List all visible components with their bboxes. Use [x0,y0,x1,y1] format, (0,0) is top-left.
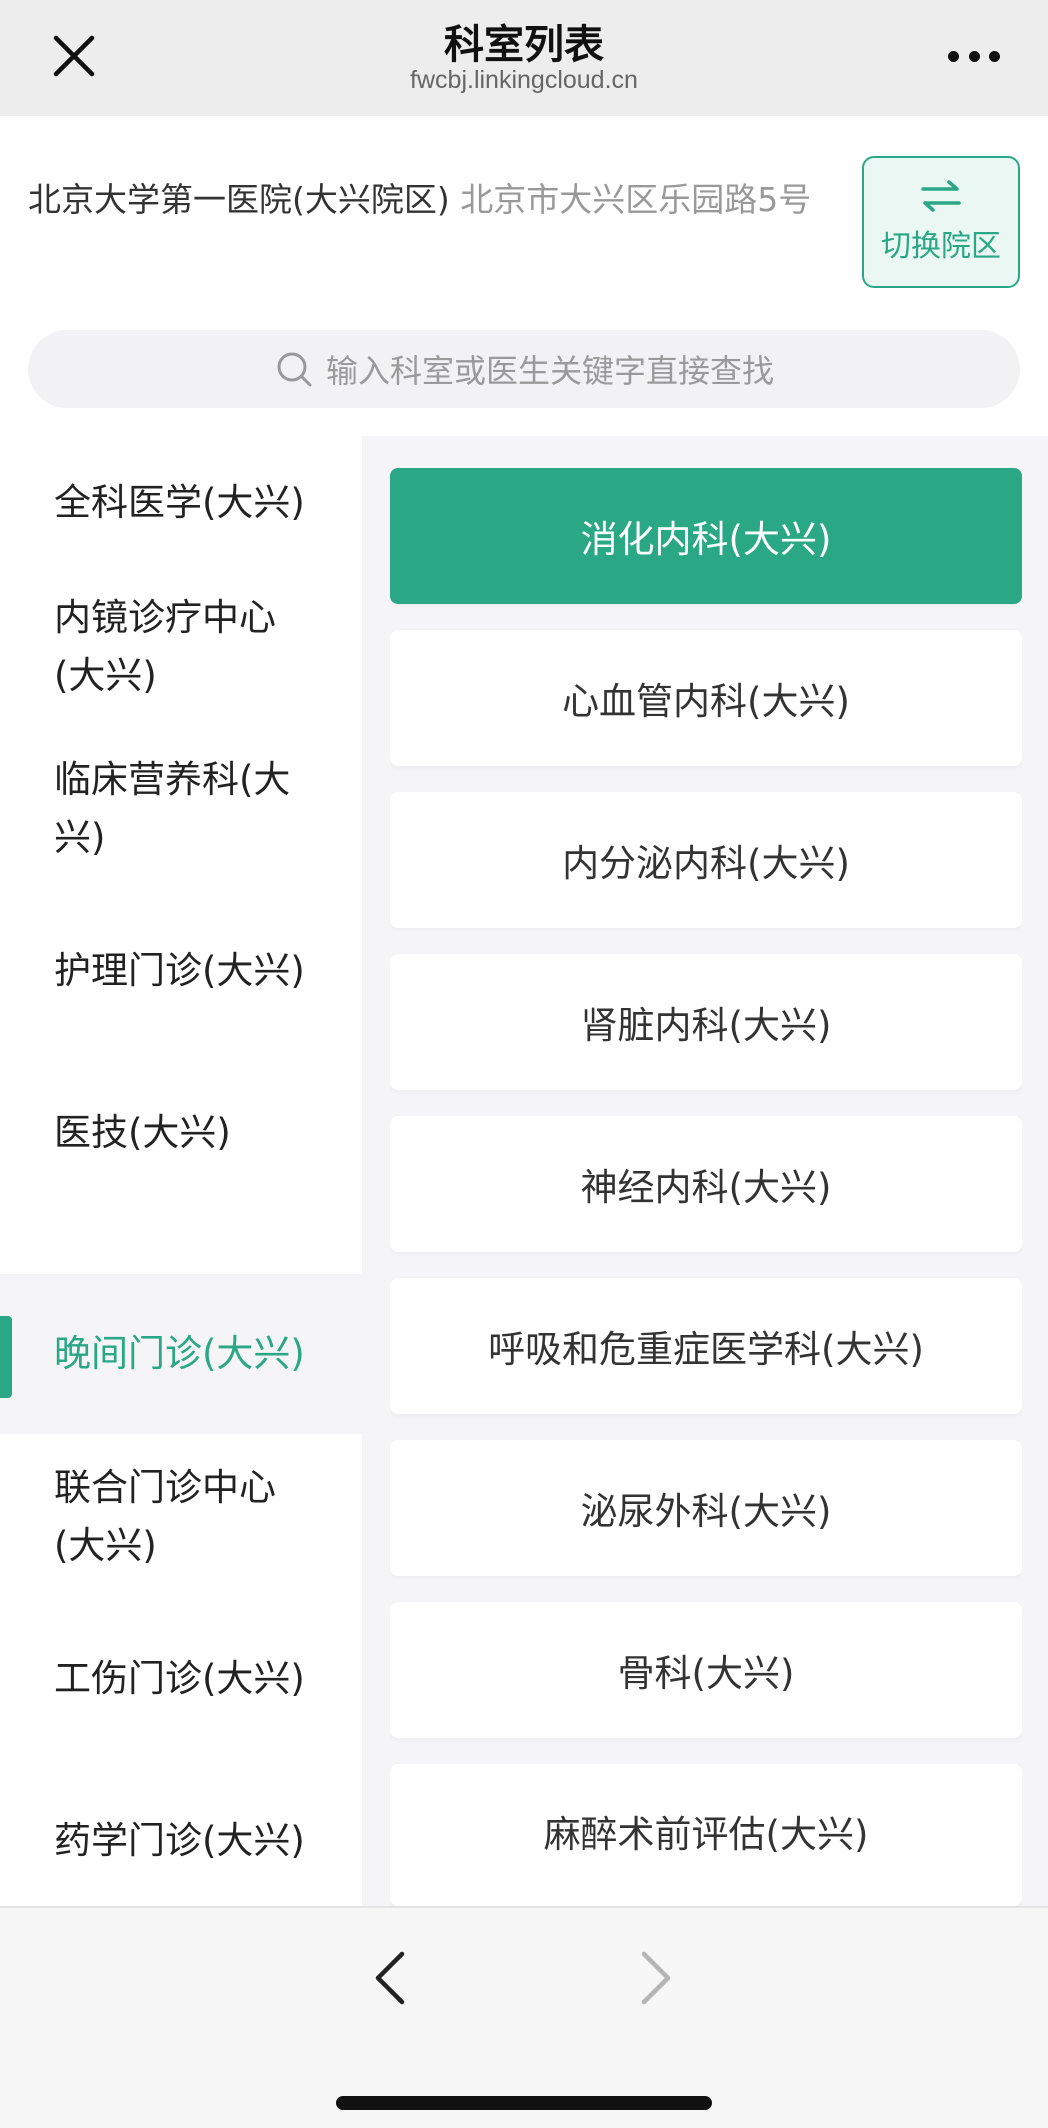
department-card[interactable]: 麻醉术前评估(大兴) [390,1764,1022,1906]
department-card[interactable]: 心血管内科(大兴) [390,630,1022,766]
page-url: fwcbj.linkingcloud.cn [410,66,638,94]
sidebar-item-general-medicine[interactable]: 全科医学(大兴) [0,436,362,584]
sidebar-item-pharmacy-clinic[interactable]: 药学门诊(大兴) [0,1760,362,1906]
department-card[interactable]: 泌尿外科(大兴) [390,1440,1022,1576]
department-card[interactable]: 消化内科(大兴) [390,468,1022,604]
sidebar-item-injury-clinic[interactable]: 工伤门诊(大兴) [0,1598,362,1760]
switch-campus-button[interactable]: 切换院区 [862,156,1020,288]
department-label: 神经内科(大兴) [580,1166,832,1209]
department-card[interactable]: 肾脏内科(大兴) [390,954,1022,1090]
department-label: 心血管内科(大兴) [562,680,850,723]
sidebar-item-endoscopy[interactable]: 内镜诊疗中心(大兴) [0,566,362,728]
page-title: 科室列表 [444,22,604,68]
hospital-info: 北京大学第一医院(大兴院区) 北京市大兴区乐园路5号 [28,176,828,224]
department-card[interactable]: 神经内科(大兴) [390,1116,1022,1252]
search-icon [277,352,312,387]
hospital-address: 北京市大兴区乐园路5号 [460,180,812,219]
department-label: 消化内科(大兴) [580,518,832,561]
department-label: 肾脏内科(大兴) [580,1004,832,1047]
sidebar-item-label: 医技(大兴) [54,1111,231,1154]
sidebar-item-label: 全科医学(大兴) [54,481,305,524]
department-label: 麻醉术前评估(大兴) [543,1813,869,1856]
department-card[interactable]: 骨科(大兴) [390,1602,1022,1738]
sidebar-item-nutrition[interactable]: 临床营养科(大兴) [0,728,362,890]
search-input[interactable]: 输入科室或医生关键字直接查找 [28,330,1020,408]
department-card[interactable]: 呼吸和危重症医学科(大兴) [390,1278,1022,1414]
switch-campus-label: 切换院区 [881,229,1001,264]
hospital-name: 北京大学第一医院(大兴院区) [28,180,450,219]
top-nav-bar: 科室列表 fwcbj.linkingcloud.cn [0,0,1048,116]
chevron-left-icon[interactable] [362,1948,418,2008]
sidebar-item-label: 护理门诊(大兴) [54,949,305,992]
sidebar-item-label: 药学门诊(大兴) [54,1819,305,1862]
chevron-right-icon[interactable] [628,1948,684,2008]
sidebar-item-label: 临床营养科(大兴) [54,758,291,859]
swap-arrows-icon [921,180,961,212]
department-card[interactable]: 内分泌内科(大兴) [390,792,1022,928]
department-list: 消化内科(大兴) 心血管内科(大兴) 内分泌内科(大兴) 肾脏内科(大兴) 神经… [390,468,1022,1906]
bottom-toolbar [0,1906,1048,2128]
sidebar-item-label: 联合门诊中心(大兴) [54,1466,276,1567]
department-label: 内分泌内科(大兴) [562,842,850,885]
department-label: 泌尿外科(大兴) [580,1490,832,1533]
sidebar-item-label: 内镜诊疗中心(大兴) [54,596,276,697]
sidebar-item-joint-clinic[interactable]: 联合门诊中心(大兴) [0,1436,362,1598]
sidebar-item-medical-tech[interactable]: 医技(大兴) [0,1052,362,1214]
sidebar-item-label: 晚间门诊(大兴) [54,1332,305,1375]
sidebar-item-evening-clinic[interactable]: 晚间门诊(大兴) [0,1274,362,1434]
department-label: 呼吸和危重症医学科(大兴) [488,1328,924,1371]
more-dots-icon[interactable] [948,50,1000,62]
search-placeholder: 输入科室或医生关键字直接查找 [325,352,774,390]
active-indicator [0,1316,12,1398]
category-sidebar: 全科医学(大兴) 内镜诊疗中心(大兴) 临床营养科(大兴) 护理门诊(大兴) 医… [0,436,362,1906]
department-label: 骨科(大兴) [617,1652,795,1695]
home-indicator [336,2096,712,2110]
sidebar-item-label: 工伤门诊(大兴) [54,1657,305,1700]
hospital-panel: 北京大学第一医院(大兴院区) 北京市大兴区乐园路5号 切换院区 输入科室或医生关… [0,116,1048,436]
sidebar-item-nursing[interactable]: 护理门诊(大兴) [0,890,362,1052]
